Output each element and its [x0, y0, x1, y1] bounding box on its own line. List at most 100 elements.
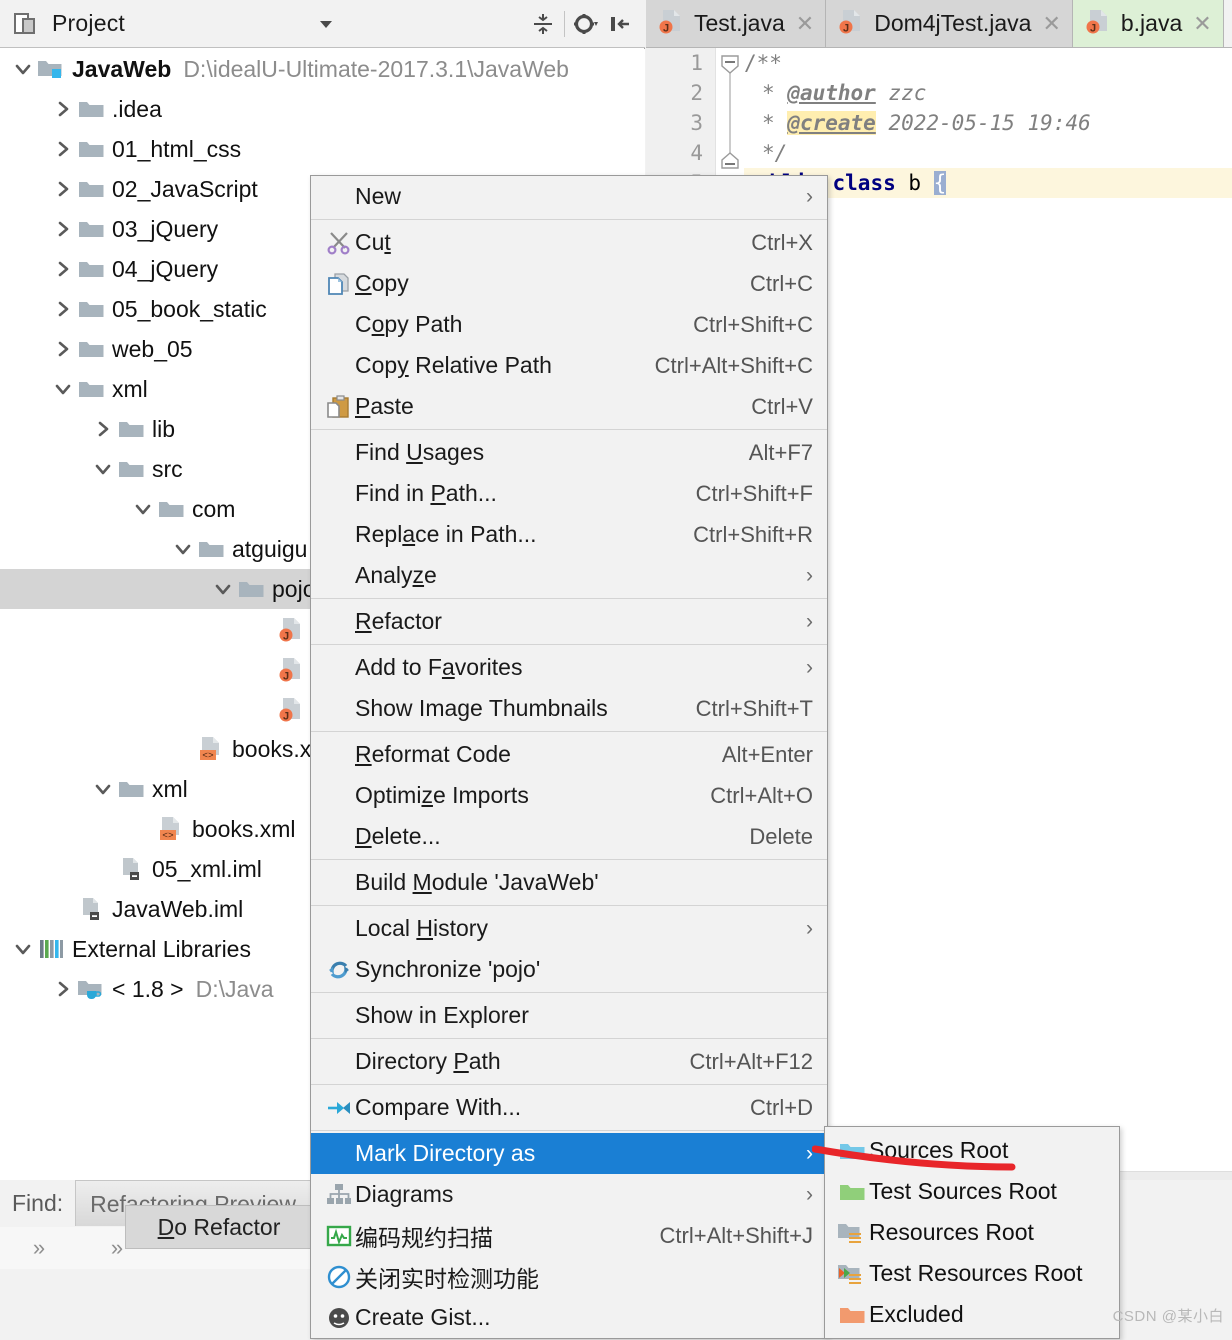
menu-item-find-usages[interactable]: Find Usages Alt+F7	[311, 432, 827, 473]
chevron-right-icon: ›	[806, 563, 813, 587]
test-resources-root-folder-icon	[835, 1262, 869, 1286]
tree-node-label: xml	[152, 775, 188, 802]
menu-item-compare-with[interactable]: Compare With... Ctrl+D	[311, 1087, 827, 1128]
menu-item-shortcut: Ctrl+Alt+F12	[689, 1048, 814, 1074]
menu-separator	[311, 859, 827, 860]
menu-item-label: Compare With...	[355, 1094, 522, 1120]
folder-icon	[76, 255, 106, 283]
menu-item-reformat-code[interactable]: Reformat Code Alt+Enter	[311, 734, 827, 775]
menu-item-delete[interactable]: Delete... Delete	[311, 816, 827, 857]
close-icon[interactable]: ✕	[796, 11, 814, 37]
editor-tab-test-java[interactable]: J Test.java ✕	[646, 0, 827, 47]
chevron-down-icon[interactable]	[50, 376, 76, 402]
menu-item-copy[interactable]: Copy Ctrl+C	[311, 263, 827, 304]
menu-item-optimize-imports[interactable]: Optimize Imports Ctrl+Alt+O	[311, 775, 827, 816]
find-label: Find:	[12, 1190, 64, 1216]
menu-item-add-to-favorites[interactable]: Add to Favorites ›	[311, 647, 827, 688]
menu-item-directory-path[interactable]: Directory Path Ctrl+Alt+F12	[311, 1041, 827, 1082]
submenu-item-sources-root[interactable]: Sources Root	[825, 1130, 1119, 1171]
chevron-down-icon[interactable]	[90, 776, 116, 802]
menu-item-local-history[interactable]: Local History ›	[311, 908, 827, 949]
menu-item-show-in-explorer[interactable]: Show in Explorer	[311, 995, 827, 1036]
menu-item-replace-in-path[interactable]: Replace in Path... Ctrl+Shift+R	[311, 514, 827, 555]
chevron-down-icon[interactable]	[170, 536, 196, 562]
chevron-right-icon[interactable]	[50, 336, 76, 362]
java-class-icon: J	[1084, 8, 1112, 40]
close-icon[interactable]: ✕	[1193, 11, 1211, 37]
editor-tab-dom4jtest-java[interactable]: J Dom4jTest.java ✕	[826, 0, 1073, 47]
chevron-right-icon[interactable]	[50, 256, 76, 282]
tree-node-01-html-css[interactable]: 01_html_css	[0, 129, 645, 169]
editor-tab-bar: J Test.java ✕ J Dom4jTest.java ✕ Jb.java ✕	[646, 0, 1232, 48]
folder-icon	[76, 215, 106, 243]
line-number: 4	[690, 141, 703, 165]
menu-item-copy-path[interactable]: Copy Path Ctrl+Shift+C	[311, 304, 827, 345]
collapse-all-icon[interactable]	[526, 7, 560, 41]
menu-item-find-in-path[interactable]: Find in Path... Ctrl+Shift+F	[311, 473, 827, 514]
submenu-item-test-resources-root[interactable]: Test Resources Root	[825, 1253, 1119, 1294]
test-sources-root-folder-icon	[835, 1181, 869, 1203]
chevron-right-icon[interactable]	[50, 976, 76, 1002]
chevron-right-icon[interactable]	[50, 96, 76, 122]
submenu-item-label: Test Sources Root	[869, 1178, 1057, 1204]
chevron-down-icon[interactable]	[309, 7, 343, 41]
menu-separator	[311, 1084, 827, 1085]
do-refactor-button[interactable]: Do Refactor	[125, 1205, 313, 1249]
chevron-right-icon[interactable]	[50, 176, 76, 202]
menu-item-label: Local History	[355, 915, 488, 941]
submenu-item-excluded[interactable]: Excluded	[825, 1294, 1119, 1335]
code-line-4: */	[762, 141, 788, 165]
submenu-item-test-sources-root[interactable]: Test Sources Root	[825, 1171, 1119, 1212]
menu-item-copy-relative-path[interactable]: Copy Relative Path Ctrl+Alt+Shift+C	[311, 345, 827, 386]
hide-panel-icon[interactable]	[603, 7, 637, 41]
libraries-icon	[36, 935, 66, 963]
menu-item-cut[interactable]: Cut Ctrl+X	[311, 222, 827, 263]
java-class-icon: J	[657, 8, 685, 40]
iml-file-icon	[76, 895, 106, 923]
context-menu[interactable]: New › Cut Ctrl+X Copy Ctrl+C Copy Path Ctrl+Shi…	[310, 175, 828, 1339]
menu-item-diagrams[interactable]: Diagrams ›	[311, 1174, 827, 1215]
chevron-right-icon[interactable]	[50, 296, 76, 322]
chevron-right-icon[interactable]	[50, 216, 76, 242]
menu-item-label: Optimize Imports	[355, 782, 529, 808]
menu-item-new[interactable]: New ›	[311, 176, 827, 217]
chevron-down-icon[interactable]	[10, 936, 36, 962]
menu-item-refactor[interactable]: Refactor ›	[311, 601, 827, 642]
chevron-down-icon[interactable]	[10, 56, 36, 82]
chevron-down-icon[interactable]	[90, 456, 116, 482]
menu-item-shortcut: Ctrl+Shift+F	[695, 480, 813, 506]
tree-node-path: D:\Java	[195, 975, 274, 1002]
xml-file-icon: <>	[156, 815, 186, 843]
tree-node-label: External Libraries	[72, 935, 251, 962]
folder-icon	[116, 455, 146, 483]
menu-separator	[311, 644, 827, 645]
chevron-right-icon[interactable]	[90, 416, 116, 442]
chevron-down-icon[interactable]	[210, 576, 236, 602]
menu-item-[interactable]: 编码规约扫描 Ctrl+Alt+Shift+J	[311, 1215, 827, 1256]
chevron-right-icon: ›	[806, 1141, 813, 1165]
do-refactor-label: o Refactor	[174, 1213, 281, 1240]
tree-no-toggle	[250, 616, 276, 642]
chevron-right-icon: ›	[806, 655, 813, 679]
menu-item-mark-directory-as[interactable]: Mark Directory as ›	[311, 1133, 827, 1174]
menu-item-shortcut: Ctrl+Shift+R	[693, 521, 813, 547]
menu-item-create-gist[interactable]: Create Gist...	[311, 1297, 827, 1338]
menu-item-show-image-thumbnails[interactable]: Show Image Thumbnails Ctrl+Shift+T	[311, 688, 827, 729]
menu-item-paste[interactable]: Paste Ctrl+V	[311, 386, 827, 427]
submenu-item-resources-root[interactable]: Resources Root	[825, 1212, 1119, 1253]
mark-directory-as-submenu[interactable]: Sources Root Test Sources Root Resources R…	[824, 1126, 1120, 1339]
menu-item-[interactable]: 关闭实时检测功能	[311, 1256, 827, 1297]
menu-item-analyze[interactable]: Analyze ›	[311, 555, 827, 596]
menu-item-build-module-javaweb[interactable]: Build Module 'JavaWeb'	[311, 862, 827, 903]
tree-node-idea[interactable]: .idea	[0, 89, 645, 129]
tree-node-label: JavaWeb	[72, 55, 172, 82]
tree-node-javaweb[interactable]: JavaWeb D:\idealU-Ultimate-2017.3.1\JavaW…	[0, 49, 645, 89]
chevron-right-icon[interactable]	[50, 136, 76, 162]
editor-tab-b-java[interactable]: Jb.java ✕	[1072, 0, 1224, 47]
close-icon[interactable]: ✕	[1042, 11, 1060, 37]
settings-gear-icon[interactable]	[569, 7, 603, 41]
tree-node-label: .idea	[112, 95, 162, 122]
menu-item-synchronize-pojo[interactable]: Synchronize 'pojo'	[311, 949, 827, 990]
expand-chevron-1-icon[interactable]: »	[0, 1235, 78, 1261]
chevron-down-icon[interactable]	[130, 496, 156, 522]
